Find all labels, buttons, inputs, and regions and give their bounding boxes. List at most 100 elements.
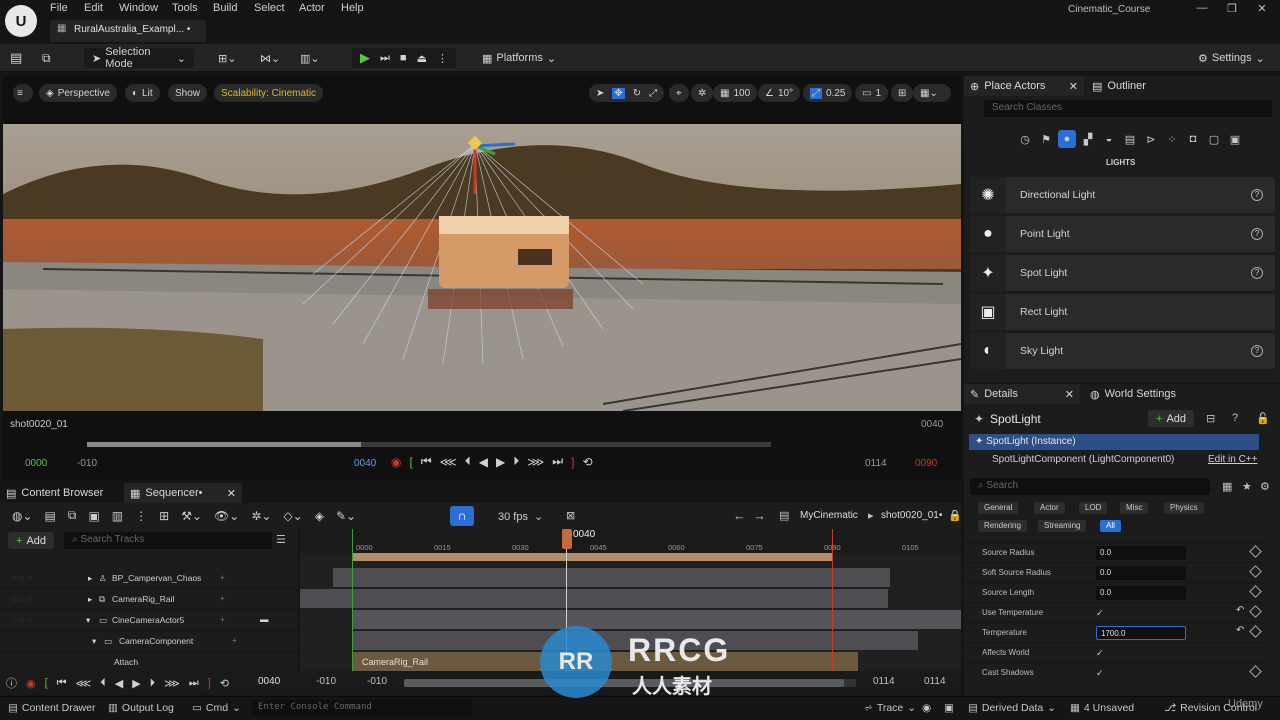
- output-log-button[interactable]: ▥ Output Log: [108, 702, 174, 714]
- add-icon[interactable]: +: [220, 614, 225, 624]
- world-local-icon[interactable]: ⌖: [669, 84, 689, 102]
- star-icon[interactable]: ★: [1242, 480, 1252, 493]
- reverse-play-icon[interactable]: ◀: [479, 455, 488, 469]
- close-icon[interactable]: ✕: [1065, 388, 1074, 401]
- menu-actor[interactable]: Actor: [299, 2, 325, 14]
- step-back-icon[interactable]: ⏴: [100, 677, 106, 690]
- filter-physics[interactable]: Physics: [1164, 502, 1204, 514]
- track-row[interactable]: Attach: [0, 652, 298, 673]
- track-mute-icons[interactable]: ◌ ◌ ◌: [12, 594, 32, 604]
- add-actor-icon[interactable]: ⊞⌄: [218, 48, 236, 68]
- lock-icon[interactable]: 🔒: [948, 509, 962, 522]
- visual-effects-icon[interactable]: ▤: [1121, 130, 1139, 148]
- maximize-icon[interactable]: ❐: [1220, 2, 1244, 15]
- keyframe-icon[interactable]: [1249, 605, 1262, 618]
- more-options-icon[interactable]: ⋮: [135, 509, 147, 523]
- show-button[interactable]: Show: [168, 84, 208, 102]
- filter-actor[interactable]: Actor: [1034, 502, 1065, 514]
- breadcrumb-shot[interactable]: shot0020_01•: [881, 510, 942, 521]
- track-row[interactable]: ◌ ◌ ◌ ▸ ⧉ CameraRig_Rail +: [0, 589, 298, 610]
- platforms-button[interactable]: ▦ Platforms ⌄: [482, 48, 556, 68]
- volumes-icon[interactable]: ⁘: [1163, 130, 1181, 148]
- tab-content-browser[interactable]: ▤ Content Browser: [0, 483, 116, 503]
- play-icon[interactable]: ▶: [360, 50, 370, 66]
- cinematics-icon[interactable]: ▥⌄: [300, 48, 320, 68]
- jump-end-icon[interactable]: ⏭: [189, 677, 199, 690]
- set-end-icon[interactable]: ]: [208, 677, 211, 689]
- help-icon[interactable]: ?: [1251, 228, 1263, 240]
- record-icon[interactable]: ◉: [391, 455, 401, 469]
- rotation-snap-button[interactable]: ∠ 10°: [758, 84, 801, 102]
- advance-frame-icon[interactable]: ⏭: [380, 52, 390, 65]
- lights-category-icon[interactable]: ●: [1058, 130, 1076, 148]
- playhead-handle[interactable]: [562, 529, 572, 549]
- derived-data-button[interactable]: ▤ Derived Data ⌄: [968, 702, 1056, 714]
- close-icon[interactable]: ✕: [227, 487, 236, 500]
- step-forward-icon[interactable]: ⏵: [513, 454, 519, 469]
- back-icon[interactable]: ←: [733, 508, 746, 523]
- key-tools-icon[interactable]: ⚒⌄: [181, 509, 202, 523]
- minimize-icon[interactable]: —: [1190, 2, 1214, 14]
- edit-cpp-link[interactable]: Edit in C++: [1208, 454, 1257, 465]
- prev-key-icon[interactable]: ⋘: [440, 455, 457, 469]
- track-mute-icons[interactable]: ◌ ◌ ◌: [12, 615, 32, 625]
- track-row[interactable]: ◌ ◌ ◌ ▾ ▭ CineCameraActor5 + ▬: [0, 610, 298, 631]
- loop-icon[interactable]: ⟲: [582, 455, 592, 469]
- actions-icon[interactable]: ⊞: [159, 509, 169, 523]
- settings-button[interactable]: ⚙ Settings ⌄: [1198, 48, 1265, 68]
- add-icon[interactable]: +: [220, 593, 225, 603]
- misc-icon[interactable]: ▣: [1226, 130, 1244, 148]
- tab-outliner[interactable]: ▤ Outliner: [1086, 76, 1152, 96]
- auto-key-icon[interactable]: ◈: [315, 509, 324, 523]
- forward-icon[interactable]: →: [753, 508, 766, 523]
- step-back-icon[interactable]: ⏴: [465, 454, 471, 469]
- unsaved-button[interactable]: ▦ 4 Unsaved: [1070, 702, 1134, 714]
- keyframe-icon[interactable]: [1249, 545, 1262, 558]
- blueprint-icon[interactable]: ⊟: [1206, 412, 1215, 425]
- keyframe-icon[interactable]: [1249, 665, 1262, 678]
- checkbox[interactable]: ✓: [1096, 668, 1107, 679]
- stop-icon[interactable]: ■: [400, 52, 407, 64]
- render-icon[interactable]: ▣: [88, 509, 99, 523]
- tab-sequencer[interactable]: ▦ Sequencer• ✕: [124, 483, 242, 503]
- table-view-icon[interactable]: ▦: [1222, 480, 1232, 493]
- find-icon[interactable]: ⧉: [68, 508, 77, 523]
- geometry-icon[interactable]: ⊳: [1142, 130, 1160, 148]
- track-row[interactable]: ◌ ◌ ◌ ▸ ♙ BP_Campervan_Chaos +: [0, 568, 298, 589]
- grid-snap-button[interactable]: ▦ 100: [713, 84, 758, 102]
- basic-icon[interactable]: ⚑: [1037, 130, 1055, 148]
- tab-details[interactable]: ✎ Details ✕: [964, 384, 1080, 404]
- help-icon[interactable]: ?: [1232, 412, 1238, 424]
- keyframe-icon[interactable]: [1249, 625, 1262, 638]
- settings-gear-icon[interactable]: ⚙: [1260, 480, 1270, 493]
- visibility-icon[interactable]: 👁⌄: [214, 509, 239, 523]
- recent-icon[interactable]: ◷: [1016, 130, 1034, 148]
- prop-value-field[interactable]: 0.0: [1096, 586, 1186, 600]
- close-icon[interactable]: ✕: [1069, 80, 1078, 93]
- set-start-icon[interactable]: [: [45, 677, 48, 689]
- add-icon[interactable]: +: [220, 572, 225, 582]
- pen-icon[interactable]: ✎⌄: [336, 509, 356, 523]
- set-end-icon[interactable]: ]: [571, 455, 574, 469]
- select-arrow-icon[interactable]: ➤: [596, 88, 604, 99]
- camera-speed-button[interactable]: ▭ 1: [855, 84, 889, 102]
- curve-editor-icon[interactable]: ⊠: [566, 509, 575, 522]
- play-icon[interactable]: ▶: [496, 455, 505, 469]
- place-item-point-light[interactable]: ● Point Light ?: [970, 216, 1275, 252]
- cmd-dropdown[interactable]: ▭ Cmd ⌄: [192, 702, 241, 714]
- help-icon[interactable]: ?: [1251, 267, 1263, 279]
- hamburger-menu-icon[interactable]: ≡: [13, 84, 33, 102]
- filter-all[interactable]: All: [1100, 520, 1121, 532]
- eject-icon[interactable]: ⏏: [417, 52, 427, 65]
- checkbox[interactable]: ✓: [1096, 608, 1107, 619]
- scalability-button[interactable]: Scalability: Cinematic: [214, 84, 324, 102]
- play-icon[interactable]: ▶: [132, 677, 140, 690]
- layout-icon[interactable]: ⊞: [891, 84, 914, 102]
- menu-build[interactable]: Build: [213, 2, 237, 14]
- menu-window[interactable]: Window: [119, 2, 158, 14]
- fps-dropdown[interactable]: 30 fps ⌄: [498, 510, 543, 524]
- filter-misc[interactable]: Misc: [1120, 502, 1149, 514]
- info-icon[interactable]: ⓘ: [6, 675, 17, 691]
- play-settings-icon[interactable]: ✲⌄: [251, 509, 271, 523]
- next-key-icon[interactable]: ⋙: [527, 455, 544, 469]
